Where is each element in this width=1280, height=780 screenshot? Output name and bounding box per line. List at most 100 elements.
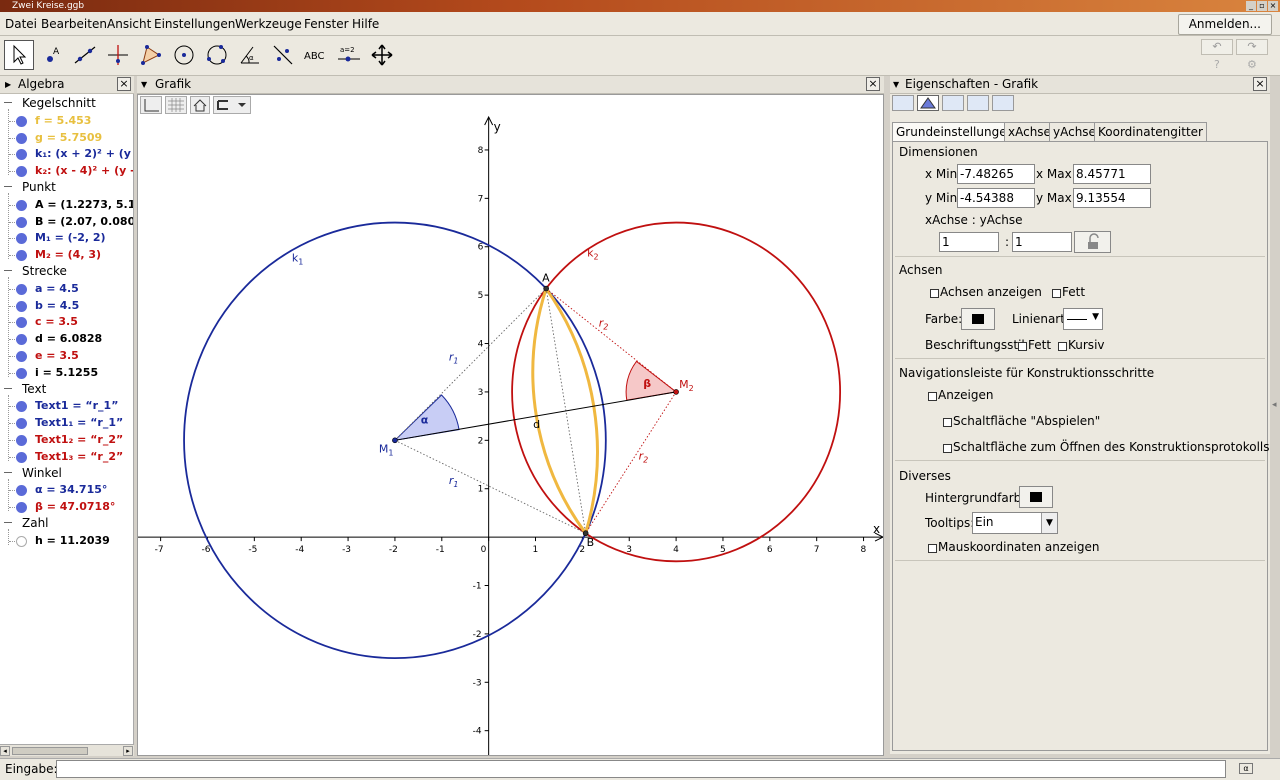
circle-three-points-tool[interactable] [202,40,232,70]
collapse-arrow-icon[interactable]: ▼ [141,76,147,93]
lock-ratio-button[interactable] [1074,231,1111,253]
visibility-toggle-icon[interactable] [16,149,27,161]
ratio-x-input[interactable]: 1 [939,232,999,252]
chevron-down-icon[interactable]: ▼ [1041,513,1057,533]
text-tool[interactable]: ABC [301,40,331,70]
visibility-toggle-icon[interactable] [16,367,27,379]
menu-hilfe[interactable]: Hilfe [352,17,379,31]
scroll-thumb[interactable] [12,747,88,755]
visibility-toggle-icon[interactable] [16,233,27,245]
algebra-category[interactable]: Zahl [22,516,49,530]
preferences-tab-icon[interactable] [967,95,989,111]
scroll-left-icon[interactable]: ◂ [0,746,10,756]
ratio-y-input[interactable]: 1 [1012,232,1072,252]
undo-button[interactable]: ↶ [1201,39,1233,55]
ymax-input[interactable]: 9.13554 [1073,188,1151,208]
perpendicular-tool[interactable] [103,40,133,70]
protocol-button-checkbox[interactable] [943,444,952,453]
play-button-checkbox[interactable] [943,418,952,427]
menu-einstellungen[interactable]: Einstellungen [154,17,235,31]
angle-tool[interactable]: α [235,40,265,70]
show-axes-checkbox[interactable] [930,289,939,298]
circle-tool[interactable] [169,40,199,70]
label-bold-checkbox[interactable] [1018,342,1027,351]
visibility-toggle-icon[interactable] [16,535,27,547]
move-graphics-tool[interactable] [367,40,397,70]
tooltips-dropdown[interactable]: Ein ▼ [972,512,1058,534]
redo-button[interactable]: ↷ [1236,39,1268,55]
visibility-toggle-icon[interactable] [16,351,27,362]
reflect-tool[interactable] [268,40,298,70]
help-icon[interactable]: ? [1214,58,1220,71]
login-button[interactable]: Anmelden... [1177,14,1272,35]
tab-yachse[interactable]: yAchse [1049,122,1100,142]
graphics-view[interactable]: x y -7 -6 -5 -4 -3 -2 -1 0 1 2 3 4 5 6 7 8 8 7 6 5 4 3 2 1 -1 -2 -3-… [137,94,884,756]
mouse-coords-checkbox[interactable] [928,544,937,553]
properties-close-button[interactable]: × [1253,77,1267,91]
slider-tool[interactable]: a=2 [334,40,364,70]
visibility-toggle-icon[interactable] [16,485,27,497]
visibility-toggle-icon[interactable] [16,300,27,312]
move-tool[interactable] [4,40,34,70]
background-color-button[interactable] [1019,486,1053,508]
collapse-minus-icon[interactable] [4,270,12,271]
visibility-toggle-icon[interactable] [16,401,27,413]
algebra-category[interactable]: Winkel [22,466,62,480]
visibility-toggle-icon[interactable] [16,115,27,127]
visibility-toggle-icon[interactable] [16,166,27,178]
collapse-minus-icon[interactable] [4,102,12,103]
algebra-category[interactable]: Text [22,382,46,396]
visibility-toggle-icon[interactable] [16,435,27,446]
linetype-dropdown[interactable]: ▼ [1063,308,1103,330]
label-italic-checkbox[interactable] [1058,342,1067,351]
bold-axes-checkbox[interactable] [1052,289,1061,298]
graphics-canvas[interactable]: xy-7 -6 -5 -4 -3 -2 -1 0 1 2 3 4 5 6 7 887654321-1-2-3-… [138,95,884,756]
layout-tab-icon[interactable] [942,95,964,111]
input-field[interactable] [56,760,1226,778]
visibility-toggle-icon[interactable] [16,418,27,430]
menu-ansicht[interactable]: Ansicht [107,17,151,31]
visibility-toggle-icon[interactable] [16,283,27,295]
restore-icon[interactable]: ▫ [1257,1,1267,11]
collapse-minus-icon[interactable] [4,186,12,187]
axes-color-button[interactable] [961,308,995,330]
algebra-close-button[interactable]: × [117,77,131,91]
menu-datei[interactable]: Datei [5,17,37,31]
settings-gear-icon[interactable]: ⚙ [1247,58,1257,71]
tab-xachse[interactable]: xAchse [1004,122,1055,142]
algebra-category[interactable]: Kegelschnitt [22,96,96,110]
line-tool[interactable] [70,40,100,70]
advanced-tab-icon[interactable] [992,95,1014,111]
collapse-minus-icon[interactable] [4,522,12,523]
chevron-down-icon[interactable]: ▼ [1092,312,1099,322]
scroll-right-icon[interactable]: ▸ [123,746,133,756]
collapse-arrow-icon[interactable]: ▼ [893,76,899,93]
nav-show-checkbox[interactable] [928,392,937,401]
menu-fenster[interactable]: Fenster [304,17,349,31]
tab-grundeinstellungen[interactable]: Grundeinstellungen [892,122,1019,142]
visibility-toggle-icon[interactable] [16,317,27,329]
input-help-icon[interactable]: α [1239,763,1253,774]
algebra-category[interactable]: Punkt [22,180,56,194]
algebra-category[interactable]: Strecke [22,264,67,278]
panel-expand-icon[interactable]: ◂ [1272,400,1277,410]
point-tool[interactable]: A [37,40,67,70]
menu-werkzeuge[interactable]: Werkzeuge [235,17,302,31]
objects-tab-icon[interactable] [892,95,914,111]
visibility-toggle-icon[interactable] [16,334,27,346]
close-icon[interactable]: × [1268,1,1278,11]
menu-bearbeiten[interactable]: Bearbeiten [41,17,107,31]
ymin-input[interactable]: -4.54388 [957,188,1035,208]
algebra-hscrollbar[interactable]: ◂ ▸ [0,744,134,756]
visibility-toggle-icon[interactable] [16,132,27,144]
collapse-arrow-icon[interactable]: ▶ [5,76,11,93]
minimize-icon[interactable]: _ [1246,1,1256,11]
graphics-close-button[interactable]: × [866,77,880,91]
tab-koordinatengitter[interactable]: Koordinatengitter [1094,122,1207,142]
xmin-input[interactable]: -7.48265 [957,164,1035,184]
visibility-toggle-icon[interactable] [16,199,27,211]
visibility-toggle-icon[interactable] [16,216,27,228]
collapse-minus-icon[interactable] [4,387,12,389]
xmax-input[interactable]: 8.45771 [1073,164,1151,184]
graphics-tab-icon[interactable] [917,95,939,111]
